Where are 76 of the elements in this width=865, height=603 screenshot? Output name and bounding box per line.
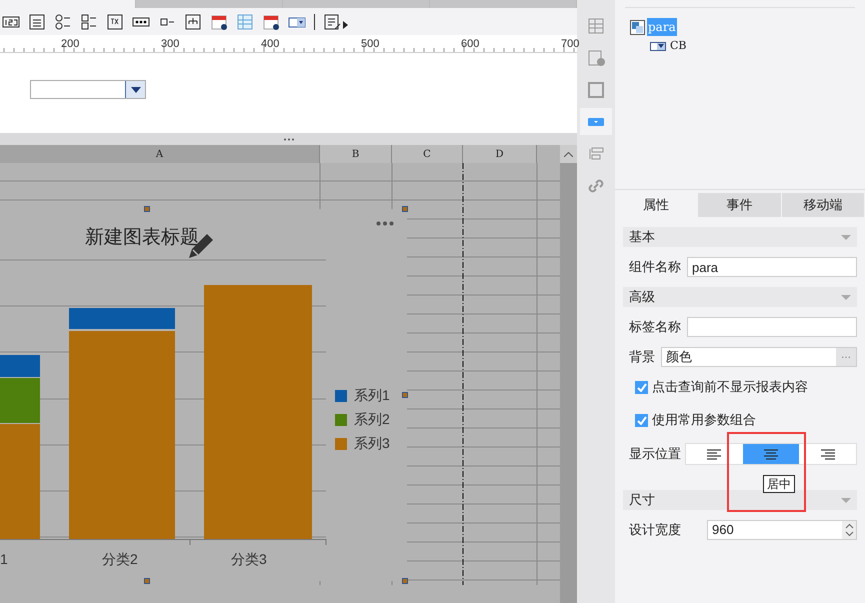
more-icon[interactable] <box>376 221 394 226</box>
scroll-up-icon[interactable] <box>560 145 577 163</box>
resize-handle[interactable] <box>144 206 150 212</box>
resize-handle[interactable] <box>402 578 408 584</box>
resize-handle[interactable] <box>144 578 150 584</box>
legend-label: 系列1 <box>354 386 390 405</box>
text-field[interactable]: para <box>687 257 857 277</box>
radio-group-icon[interactable] <box>54 12 72 30</box>
scrollbar[interactable] <box>560 163 577 603</box>
checkbox[interactable] <box>635 380 648 394</box>
tooltip: 居中 <box>763 475 795 493</box>
ruler-label: 400 <box>261 37 280 52</box>
ruler-label: 600 <box>461 37 480 52</box>
number-field[interactable]: 960 <box>707 520 857 540</box>
ruler-label: 700 <box>561 37 580 52</box>
section-title: 高级 <box>629 288 655 306</box>
dropdown-icon <box>650 42 666 51</box>
color-picker-field[interactable]: 颜色 ··· <box>661 347 857 367</box>
ruler-label: 500 <box>361 37 380 52</box>
more-arrow-icon[interactable] <box>343 20 348 28</box>
calendar-icon[interactable] <box>210 12 228 30</box>
more-button[interactable]: ··· <box>836 348 856 366</box>
field-label: 设计宽度 <box>629 521 681 540</box>
section-header[interactable]: 基本 <box>623 227 857 247</box>
align-center-icon <box>763 448 779 460</box>
field-label: 组件名称 <box>629 258 681 276</box>
ruler-label: 200 <box>61 37 80 52</box>
ruler-label: 300 <box>161 37 180 52</box>
field-label: 背景 <box>629 348 655 366</box>
field-value: 颜色 <box>665 348 693 366</box>
resize-handle[interactable] <box>402 206 408 212</box>
drag-handle-icon[interactable] <box>282 138 294 140</box>
property-tab[interactable]: 事件 <box>698 193 782 217</box>
text-field[interactable] <box>687 317 857 337</box>
chart-title: 新建图表标题 <box>85 226 199 250</box>
tree-icon[interactable] <box>184 12 202 30</box>
section-title: 基本 <box>629 228 655 246</box>
collapse-arrow-icon[interactable] <box>841 498 851 502</box>
tree-item[interactable]: CB <box>670 38 686 54</box>
section-title: 尺寸 <box>629 491 655 510</box>
section-header[interactable]: 尺寸 <box>623 490 857 510</box>
collapse-arrow-icon[interactable] <box>841 294 851 300</box>
legend-label: 系列3 <box>354 434 390 453</box>
calendar-icon[interactable] <box>262 12 280 30</box>
chart-area[interactable]: 新建图表标题 1 分类2 分类3 系列1 系列2 系列3 <box>0 209 407 581</box>
checkbox-label: 使用常用参数组合 <box>652 411 756 430</box>
axis-label: 1 <box>0 550 8 569</box>
list-edit-icon[interactable] <box>323 12 341 30</box>
align-center-button[interactable] <box>742 444 800 464</box>
column-header[interactable]: C <box>392 145 463 163</box>
checkbox-group-icon[interactable] <box>80 12 98 30</box>
field-value: 960 <box>711 521 735 540</box>
checkbox[interactable] <box>635 414 648 426</box>
column-header[interactable]: D <box>463 145 537 163</box>
section-header[interactable]: 高级 <box>623 287 857 307</box>
spinner-icon[interactable] <box>842 521 856 539</box>
combo-box[interactable] <box>30 80 146 99</box>
column-header[interactable]: A <box>0 145 320 163</box>
container-icon <box>630 20 645 34</box>
property-tab[interactable]: 移动端 <box>782 193 865 217</box>
dropdown-icon[interactable] <box>580 108 612 135</box>
legend-label: 系列2 <box>354 410 390 429</box>
axis-label: 分类2 <box>102 550 138 569</box>
checkbox-label: 点击查询前不显示报表内容 <box>652 378 808 396</box>
text-field-icon[interactable] <box>106 12 124 30</box>
align-left-icon <box>706 448 722 460</box>
axis-label: 分类3 <box>231 550 267 569</box>
align-right-icon <box>820 448 836 460</box>
field-label: 标签名称 <box>629 318 681 336</box>
resize-handle[interactable] <box>402 392 408 398</box>
collapse-arrow-icon[interactable] <box>841 234 851 240</box>
text-area-icon[interactable] <box>28 12 46 30</box>
table-icon[interactable] <box>236 12 254 30</box>
field-label: 显示位置 <box>629 445 681 464</box>
column-header[interactable]: B <box>320 145 392 163</box>
alignment-button-group[interactable] <box>685 443 857 465</box>
